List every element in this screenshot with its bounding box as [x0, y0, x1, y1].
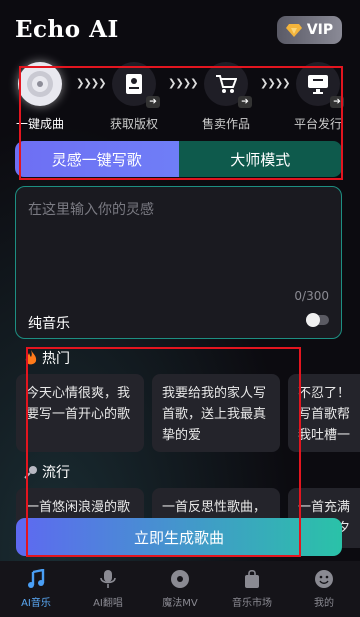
bottom-tab-bar: AI音乐 AI翻唱 魔法MV 音乐市场 我的 — [0, 561, 360, 617]
inspiration-input[interactable]: 在这里输入你的灵感 — [28, 199, 154, 219]
tab-ai-cover[interactable]: AI翻唱 — [72, 561, 144, 617]
tab-label: 音乐市场 — [232, 598, 272, 609]
vip-label: VIP — [306, 22, 334, 38]
inspiration-input-card[interactable]: 在这里输入你的灵感 0/300 纯音乐 — [15, 186, 342, 339]
shop-bag-icon — [245, 569, 259, 588]
tab-label: AI音乐 — [21, 598, 51, 609]
tab-label: 魔法MV — [162, 598, 198, 609]
diamond-icon — [285, 24, 302, 37]
app-title: Echo AI — [15, 16, 119, 43]
annotation-box-steps — [19, 66, 343, 180]
music-note-icon — [28, 569, 45, 588]
screen: Echo AI VIP 一键成曲 ❯❯❯❯ ➔ 获取版权 ❯❯❯❯ ➔ 售卖作品… — [0, 0, 360, 617]
tab-ai-music[interactable]: AI音乐 — [0, 561, 72, 617]
char-counter: 0/300 — [294, 289, 329, 303]
vinyl-icon — [171, 570, 189, 588]
tab-music-market[interactable]: 音乐市场 — [216, 561, 288, 617]
tab-label: AI翻唱 — [93, 598, 123, 609]
header: Echo AI VIP — [0, 0, 360, 60]
toggle-knob — [306, 313, 320, 327]
smiley-icon — [315, 570, 333, 588]
tab-mine[interactable]: 我的 — [288, 561, 360, 617]
tab-label: 我的 — [314, 598, 334, 609]
microphone-icon — [100, 570, 116, 588]
pure-music-toggle[interactable] — [306, 313, 329, 327]
pure-music-label: 纯音乐 — [28, 316, 70, 332]
vip-button[interactable]: VIP — [277, 16, 342, 44]
tab-magic-mv[interactable]: 魔法MV — [144, 561, 216, 617]
annotation-box-prompts — [26, 347, 301, 557]
